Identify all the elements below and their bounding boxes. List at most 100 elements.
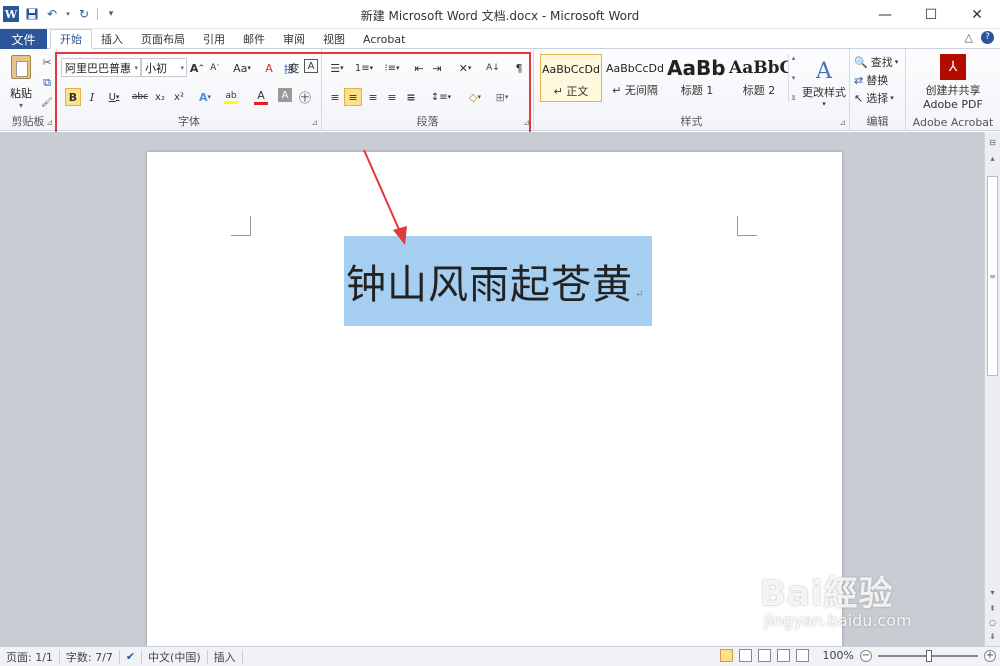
show-marks-button[interactable]: ¶ bbox=[512, 59, 526, 77]
styles-launcher-icon[interactable]: ⊿ bbox=[839, 118, 846, 127]
styles-scroll-up-icon[interactable]: ▴ bbox=[792, 54, 796, 62]
draft-view-icon[interactable] bbox=[795, 649, 809, 662]
prev-page-icon[interactable]: ⇞ bbox=[987, 602, 998, 614]
status-proofing[interactable]: ✔ bbox=[120, 649, 143, 664]
tab-home[interactable]: 开始 bbox=[50, 29, 92, 49]
font-size-dropdown-icon[interactable]: ▾ bbox=[180, 64, 184, 72]
font-name-dropdown-icon[interactable]: ▾ bbox=[134, 64, 138, 72]
paragraph-group-label: 段落 bbox=[416, 115, 439, 128]
tab-page-layout[interactable]: 页面布局 bbox=[132, 29, 194, 49]
document-page[interactable]: 钟山风雨起苍黄 ↵ bbox=[147, 152, 842, 652]
text-effects-button[interactable]: A ▾ bbox=[194, 88, 216, 106]
char-shading-button[interactable]: A bbox=[278, 88, 292, 102]
style-no-spacing[interactable]: AaBbCcDd ↵ 无间隔 bbox=[604, 54, 666, 102]
cut-icon[interactable]: ✂ bbox=[40, 55, 54, 69]
styles-scroll-down-icon[interactable]: ▾ bbox=[792, 74, 796, 82]
outline-view-icon[interactable] bbox=[776, 649, 790, 662]
vertical-scrollbar[interactable]: ⊟ ▴ ≡ ▾ ⇞ ○ ⇟ bbox=[984, 132, 1000, 646]
maximize-button[interactable]: ☐ bbox=[908, 0, 954, 29]
bullets-button[interactable]: ☰ ▾ bbox=[326, 59, 348, 77]
select-button[interactable]: ↖ 选择 ▾ bbox=[854, 89, 904, 107]
scroll-down-icon[interactable]: ▾ bbox=[987, 586, 998, 598]
watermark-main: Bai經验 bbox=[760, 574, 894, 614]
strikethrough-button[interactable]: abc bbox=[131, 88, 149, 106]
full-screen-view-icon[interactable] bbox=[738, 649, 752, 662]
styles-more-icon[interactable]: ⊻ bbox=[791, 94, 796, 102]
replace-button[interactable]: ⇄ 替换 bbox=[854, 71, 904, 89]
superscript-button[interactable]: x² bbox=[171, 88, 187, 106]
change-styles-button[interactable]: A 更改样式 ▾ bbox=[802, 55, 846, 111]
zoom-level[interactable]: 100% bbox=[823, 649, 854, 662]
status-language[interactable]: 中文(中国) bbox=[142, 649, 208, 664]
zoom-in-button[interactable]: + bbox=[984, 649, 996, 662]
zoom-slider-thumb[interactable] bbox=[926, 649, 932, 662]
scroll-up-icon[interactable]: ▴ bbox=[987, 152, 998, 164]
print-layout-view-icon[interactable] bbox=[719, 649, 733, 662]
grow-font-button[interactable]: A ^ bbox=[190, 59, 204, 77]
zoom-out-button[interactable]: − bbox=[860, 649, 872, 662]
italic-button[interactable]: I bbox=[85, 88, 99, 106]
sort-button[interactable]: A↓ bbox=[484, 59, 502, 77]
next-page-icon[interactable]: ⇟ bbox=[987, 630, 998, 642]
ruler-toggle-icon[interactable]: ⊟ bbox=[987, 136, 998, 148]
style-heading-2[interactable]: AaBbC 标题 2 bbox=[728, 54, 790, 102]
justify-button[interactable]: ≡ bbox=[385, 88, 399, 106]
minimize-button[interactable]: — bbox=[862, 0, 908, 29]
font-launcher-icon[interactable]: ⊿ bbox=[311, 118, 318, 127]
clipboard-launcher-icon[interactable]: ⊿ bbox=[46, 118, 53, 127]
multilevel-button[interactable]: ⁝≡ ▾ bbox=[380, 59, 404, 77]
paste-button[interactable]: 粘贴 ▾ bbox=[8, 55, 34, 110]
char-border-button[interactable]: 变 bbox=[286, 59, 302, 77]
font-name-combo[interactable]: 阿里巴巴普惠 ▾ bbox=[61, 58, 141, 77]
format-painter-icon[interactable]: 🖌 bbox=[40, 96, 54, 110]
font-color-button[interactable]: A bbox=[249, 88, 273, 106]
status-mode[interactable]: 插入 bbox=[208, 649, 243, 664]
tab-acrobat[interactable]: Acrobat bbox=[354, 29, 414, 49]
status-words[interactable]: 字数: 7/7 bbox=[60, 649, 120, 664]
distribute-button[interactable]: ≡ bbox=[404, 88, 418, 106]
tab-mailings[interactable]: 邮件 bbox=[234, 29, 274, 49]
borders-button[interactable]: ⊞ ▾ bbox=[490, 88, 514, 106]
create-pdf-label-2: Adobe PDF bbox=[923, 97, 983, 111]
browse-object-icon[interactable]: ○ bbox=[987, 616, 998, 628]
tab-review[interactable]: 审阅 bbox=[274, 29, 314, 49]
tab-view[interactable]: 视图 bbox=[314, 29, 354, 49]
change-case-button[interactable]: Aa ▾ bbox=[231, 59, 253, 77]
clear-format-button[interactable]: A bbox=[262, 59, 276, 77]
font-size-combo[interactable]: 小初 ▾ bbox=[141, 58, 187, 77]
center-button[interactable]: ≡ bbox=[344, 88, 362, 106]
highlight-button[interactable]: ab bbox=[219, 88, 243, 106]
tab-insert[interactable]: 插入 bbox=[92, 29, 132, 49]
zoom-slider[interactable] bbox=[878, 649, 978, 662]
style-heading-1[interactable]: AaBb 标题 1 bbox=[666, 54, 728, 102]
enclose-button[interactable]: A bbox=[304, 59, 318, 73]
tab-file[interactable]: 文件 bbox=[0, 29, 47, 49]
underline-button[interactable]: U ▾ bbox=[104, 88, 124, 106]
shrink-font-button[interactable]: Aˇ bbox=[208, 59, 222, 77]
status-page[interactable]: 页面: 1/1 bbox=[0, 649, 60, 664]
align-left-button[interactable]: ≡ bbox=[328, 88, 342, 106]
help-icon[interactable]: ? bbox=[981, 31, 994, 44]
web-layout-view-icon[interactable] bbox=[757, 649, 771, 662]
style-normal[interactable]: AaBbCcDd ↵ 正文 bbox=[540, 54, 602, 102]
close-button[interactable]: ✕ bbox=[954, 0, 1000, 29]
subscript-button[interactable]: x₂ bbox=[152, 88, 168, 106]
numbering-button[interactable]: 1≡ ▾ bbox=[352, 59, 376, 77]
line-spacing-button[interactable]: ↕≡ ▾ bbox=[428, 88, 454, 106]
tab-references[interactable]: 引用 bbox=[194, 29, 234, 49]
increase-indent-button[interactable]: ⇥ bbox=[430, 59, 444, 77]
paragraph-launcher-icon[interactable]: ⊿ bbox=[523, 118, 530, 127]
paste-dropdown-icon[interactable]: ▾ bbox=[19, 101, 23, 110]
align-right-button[interactable]: ≡ bbox=[366, 88, 380, 106]
collapse-ribbon-icon[interactable]: △ bbox=[965, 31, 973, 44]
bold-button[interactable]: B bbox=[65, 88, 81, 106]
scroll-thumb[interactable]: ≡ bbox=[987, 176, 998, 376]
copy-icon[interactable]: ⧉ bbox=[40, 76, 54, 90]
decrease-indent-button[interactable]: ⇤ bbox=[412, 59, 426, 77]
shading-button[interactable]: ◇ ▾ bbox=[462, 88, 488, 106]
create-pdf-button[interactable]: ⅄ 创建并共享 Adobe PDF bbox=[910, 52, 996, 112]
selected-text[interactable]: 钟山风雨起苍黄 ↵ bbox=[344, 236, 652, 326]
enclosed-char-button[interactable]: ㊉ bbox=[297, 88, 313, 106]
chinese-layout-button[interactable]: ✕ ▾ bbox=[454, 59, 476, 77]
find-button[interactable]: 🔍 查找 ▾ bbox=[854, 53, 904, 71]
